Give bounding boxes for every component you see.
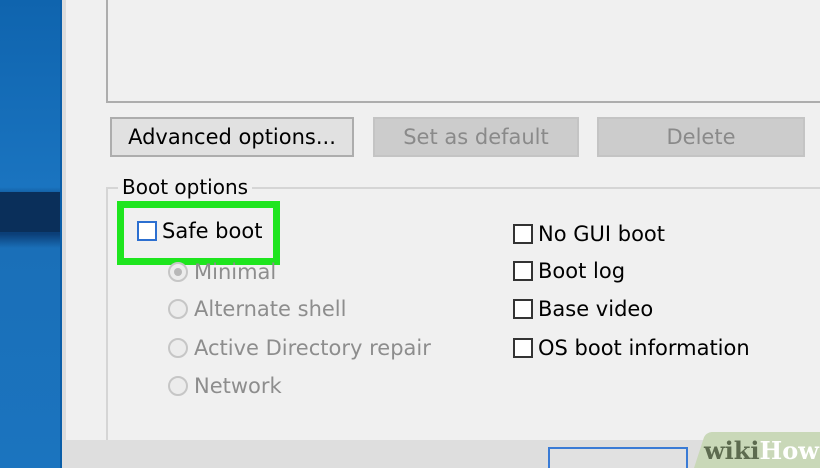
base-video-checkbox[interactable]: Base video xyxy=(513,297,653,321)
checkbox-label: Boot log xyxy=(538,259,626,283)
checkbox-box[interactable] xyxy=(513,261,533,281)
watermark-how: How xyxy=(759,436,819,465)
checkbox-box[interactable] xyxy=(513,338,533,358)
set-as-default-button[interactable]: Set as default xyxy=(373,117,579,157)
radio-label: Alternate shell xyxy=(194,297,347,321)
radio-minimal[interactable]: Minimal xyxy=(168,260,276,284)
checkbox-label: OS boot information xyxy=(538,336,750,360)
ok-button[interactable] xyxy=(548,447,688,468)
radio-alternate-shell[interactable]: Alternate shell xyxy=(168,297,346,321)
desktop-background xyxy=(0,0,60,468)
radio-label: Minimal xyxy=(194,260,277,284)
boot-options-label: Boot options xyxy=(118,175,253,199)
no-gui-boot-checkbox[interactable]: No GUI boot xyxy=(513,222,665,246)
radio-active-directory-repair[interactable]: Active Directory repair xyxy=(168,336,431,360)
os-boot-information-checkbox[interactable]: OS boot information xyxy=(513,336,750,360)
os-list-box[interactable] xyxy=(106,0,820,103)
desktop-band xyxy=(0,192,60,232)
watermark-logo: wikiHow xyxy=(704,436,819,465)
dialog-edge xyxy=(62,0,66,468)
checkbox-label: No GUI boot xyxy=(538,222,666,246)
radio-icon[interactable] xyxy=(168,299,188,319)
checkbox-box[interactable] xyxy=(513,224,533,244)
watermark-wiki: wiki xyxy=(704,436,760,465)
safe-boot-highlight xyxy=(117,201,280,265)
delete-button[interactable]: Delete xyxy=(597,117,805,157)
boot-log-checkbox[interactable]: Boot log xyxy=(513,259,625,283)
checkbox-box[interactable] xyxy=(513,299,533,319)
radio-network[interactable]: Network xyxy=(168,374,282,398)
radio-label: Active Directory repair xyxy=(194,336,431,360)
radio-icon[interactable] xyxy=(168,262,188,282)
radio-icon[interactable] xyxy=(168,376,188,396)
advanced-options-button[interactable]: Advanced options... xyxy=(110,117,354,157)
checkbox-label: Base video xyxy=(538,297,654,321)
radio-label: Network xyxy=(194,374,282,398)
radio-icon[interactable] xyxy=(168,338,188,358)
